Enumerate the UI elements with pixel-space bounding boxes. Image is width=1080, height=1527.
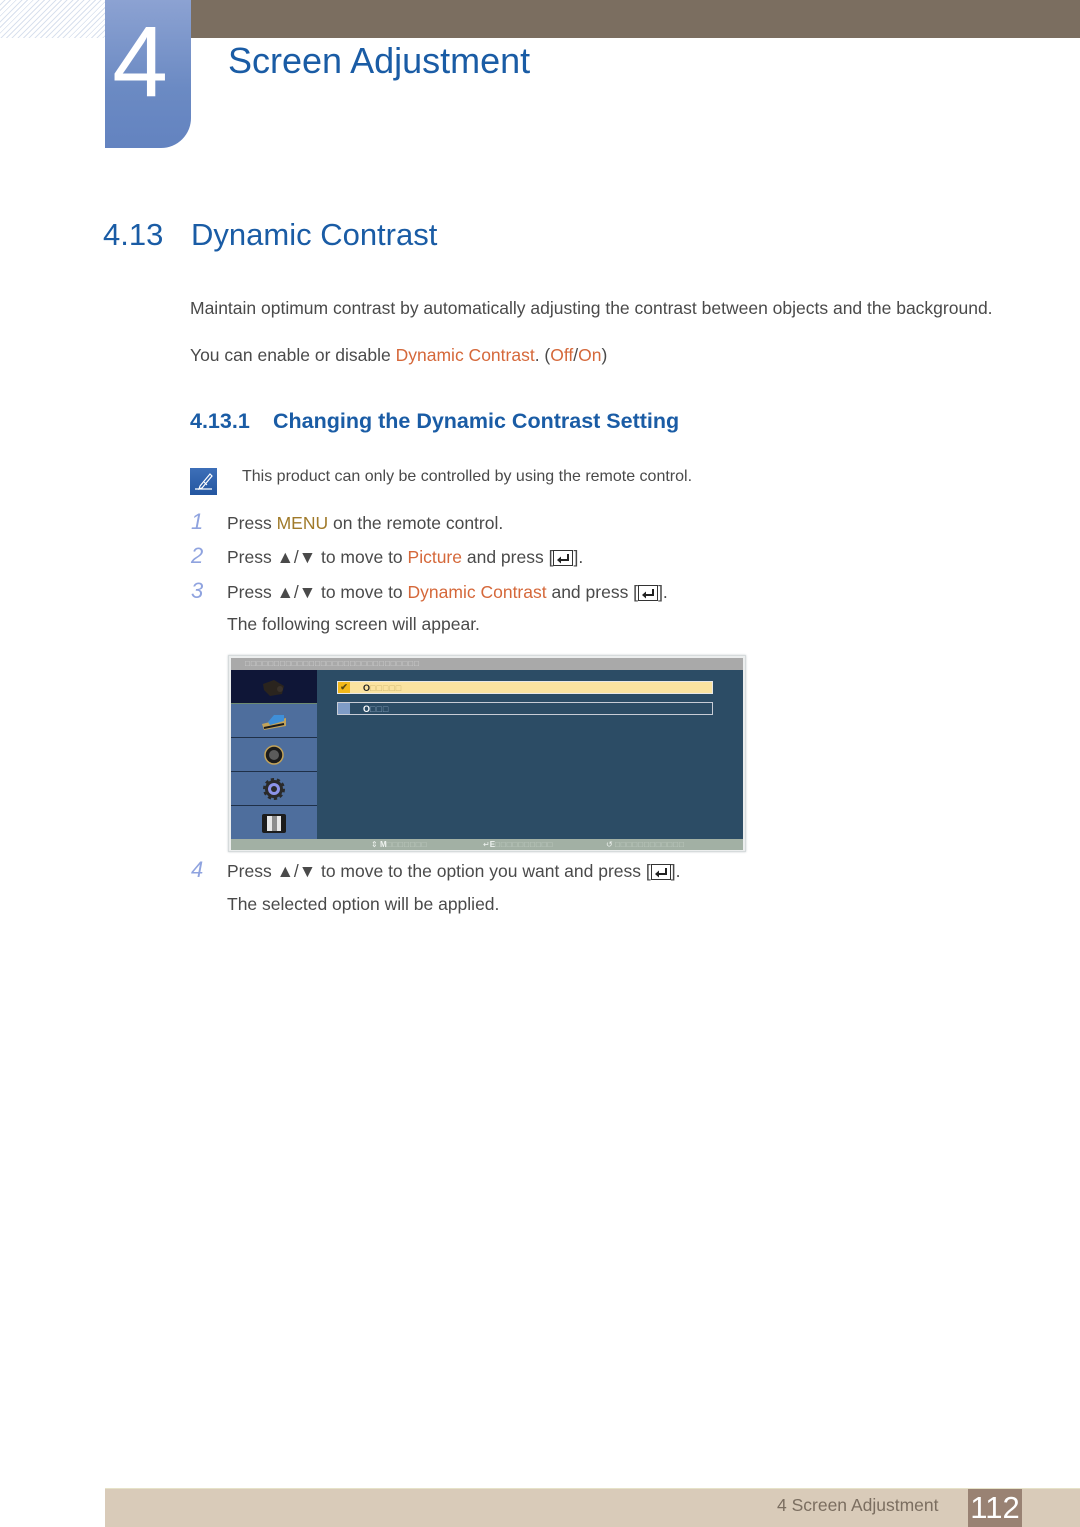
color-icon	[262, 714, 286, 730]
header-bar	[190, 0, 1080, 38]
subsection-number: 4.13.1	[190, 409, 250, 433]
enter-key-icon	[638, 585, 659, 601]
osd-menu-image[interactable]	[231, 738, 317, 772]
step-number: 1	[191, 509, 204, 534]
section-number: 4.13	[103, 217, 164, 252]
osd-title-bar: □□□□□□□□□□□□□□□□□□□□□□□□□□□□□□	[231, 658, 743, 670]
subsection-title: Changing the Dynamic Contrast Setting	[273, 409, 680, 433]
osd-screenshot: □□□□□□□□□□□□□□□□□□□□□□□□□□□□□□ ✔ O□□□□□	[228, 655, 746, 852]
dynamic-contrast-term: Dynamic Contrast	[395, 345, 535, 365]
osd-menu-setup[interactable]	[231, 772, 317, 806]
step-number: 3	[191, 578, 204, 603]
osd-menu-sidebar	[231, 670, 317, 839]
step-number: 2	[191, 543, 204, 568]
option-on-term: On	[578, 345, 602, 365]
osd-main-panel: ✔ O□□□□□ O□□□	[231, 670, 743, 839]
osd-menu-picture[interactable]	[231, 670, 317, 704]
enable-paragraph: You can enable or disable Dynamic Contra…	[190, 345, 608, 365]
section-title: Dynamic Contrast	[191, 217, 438, 252]
enter-key-icon	[553, 550, 574, 566]
osd-option-on[interactable]: O□□□	[337, 702, 713, 715]
return-icon: ↺	[606, 840, 613, 849]
enter-key-icon	[650, 864, 671, 880]
option-marker	[338, 703, 350, 714]
chapter-title: Screen Adjustment	[228, 40, 531, 81]
osd-footer-move: ⇕ M□□□□□□□	[371, 840, 428, 849]
intro-paragraph: Maintain optimum contrast by automatical…	[190, 298, 993, 318]
header-decoration	[0, 0, 105, 38]
picture-icon	[263, 679, 284, 696]
step-1-text: Press MENU on the remote control.	[227, 513, 504, 533]
dynamic-contrast-term: Dynamic Contrast	[407, 582, 547, 602]
osd-footer-return: ↺ □□□□□□□□□□□□	[606, 840, 685, 849]
osd-option-off[interactable]: ✔ O□□□□□	[337, 681, 713, 694]
step-number: 4	[191, 857, 204, 882]
subsection-heading: 4.13.1 Changing the Dynamic Contrast Sett…	[190, 409, 679, 434]
note-pencil-icon	[190, 468, 217, 495]
picture-term: Picture	[407, 547, 462, 567]
enter-icon: ↵	[483, 840, 490, 849]
information-tv-icon	[262, 814, 286, 833]
step-3-text: Press ▲/▼ to move to Dynamic Contrast an…	[227, 582, 668, 602]
osd-footer-bar: ⇕ M□□□□□□□ ↵E□□□□□□□□□□ ↺ □□□□□□□□□□□□	[231, 839, 743, 850]
image-icon	[264, 744, 284, 765]
page-number: 112	[968, 1489, 1022, 1527]
osd-menu-information[interactable]	[231, 806, 317, 840]
section-heading: 4.13 Dynamic Contrast	[103, 217, 437, 253]
chapter-tab: 4	[105, 0, 191, 148]
osd-footer-enter: ↵E□□□□□□□□□□	[483, 840, 554, 849]
option-off-term: Off	[550, 345, 574, 365]
note-text: This product can only be controlled by u…	[242, 468, 693, 485]
step-4-text: Press ▲/▼ to move to the option you want…	[227, 861, 681, 881]
step-3-followup: The following screen will appear.	[227, 614, 480, 634]
step-4-followup: The selected option will be applied.	[227, 894, 500, 914]
osd-menu-color[interactable]	[231, 704, 317, 738]
menu-key-term: MENU	[276, 513, 329, 533]
footer-chapter-label: 4 Screen Adjustment	[777, 1495, 939, 1515]
setup-gear-icon	[263, 777, 285, 800]
step-2-text: Press ▲/▼ to move to Picture and press […	[227, 547, 584, 567]
checkmark-icon: ✔	[338, 682, 350, 693]
chapter-number: 4	[112, 6, 168, 118]
updown-arrow-icon: ⇕	[371, 840, 378, 849]
